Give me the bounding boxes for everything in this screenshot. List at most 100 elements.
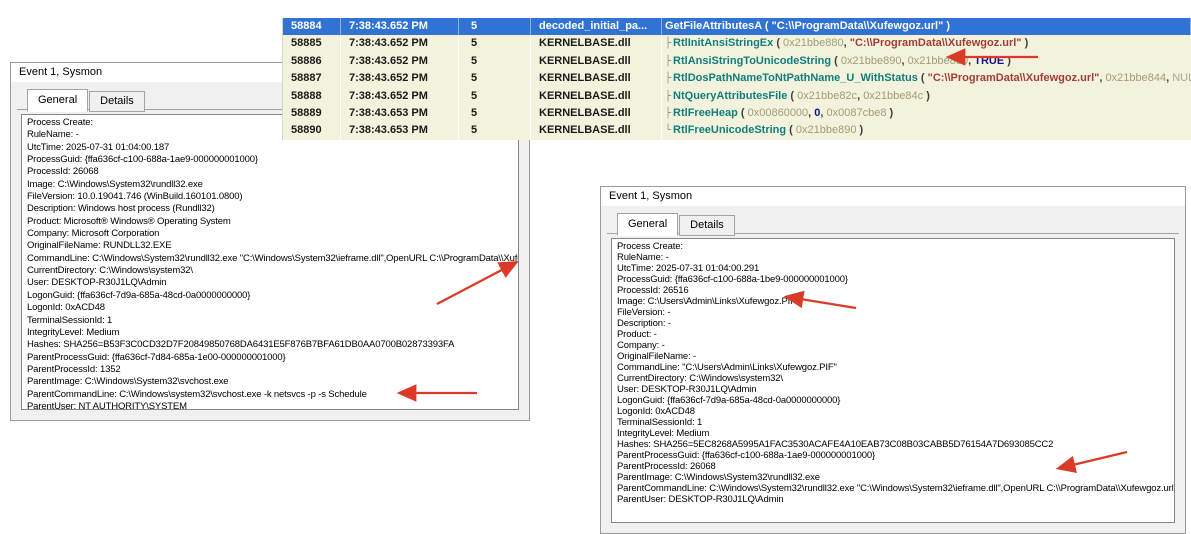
tree-connector: ├	[665, 73, 671, 84]
thread-id: 5	[459, 53, 531, 70]
tree-connector: └	[665, 125, 671, 136]
tab-general[interactable]: General	[27, 89, 88, 112]
call-time: 7:38:43.653 PM	[341, 105, 459, 122]
call-index: 58884	[283, 18, 341, 35]
event-text-line: Hashes: SHA256=B53F3C0CD32D7F20849850768…	[27, 339, 518, 351]
event-text-line: Description: Windows host process (Rundl…	[27, 203, 518, 215]
tab-details[interactable]: Details	[679, 215, 735, 236]
event-text-line: ParentProcessGuid: {ffa636cf-c100-688a-1…	[617, 450, 1174, 461]
event-text-line: UtcTime: 2025-07-31 01:04:00.291	[617, 263, 1174, 274]
call-index: 58885	[283, 35, 341, 52]
tab-details[interactable]: Details	[89, 91, 145, 112]
tab-strip: GeneralDetails	[601, 206, 1185, 234]
event-text-line: LogonId: 0xACD48	[27, 302, 518, 314]
api-call-row[interactable]: 588847:38:43.652 PM5decoded_initial_pa..…	[283, 18, 1191, 35]
event-text-line: LogonGuid: {ffa636cf-7d9a-685a-48cd-0a00…	[617, 395, 1174, 406]
tab-general[interactable]: General	[617, 213, 678, 236]
call-time: 7:38:43.652 PM	[341, 18, 459, 35]
call-time: 7:38:43.652 PM	[341, 53, 459, 70]
event-text-line: UtcTime: 2025-07-31 01:04:00.187	[27, 142, 518, 154]
module-name: KERNELBASE.dll	[531, 70, 662, 87]
call-time: 7:38:43.652 PM	[341, 70, 459, 87]
event-details-text: Process Create:RuleName: -UtcTime: 2025-…	[21, 114, 519, 410]
call-time: 7:38:43.653 PM	[341, 122, 459, 139]
event-text-line: RuleName: -	[617, 252, 1174, 263]
tree-connector: ├	[665, 56, 671, 67]
api-monitor-call-table: 588847:38:43.652 PM5decoded_initial_pa..…	[282, 18, 1191, 140]
thread-id: 5	[459, 122, 531, 139]
tree-connector: ├	[665, 38, 671, 49]
api-call-row[interactable]: 588907:38:43.653 PM5KERNELBASE.dll└RtlFr…	[283, 122, 1191, 139]
event-text-line: CommandLine: "C:\Users\Admin\Links\Xufew…	[617, 362, 1174, 373]
event-text-line: ParentImage: C:\Windows\System32\rundll3…	[617, 472, 1174, 483]
api-call-text: ├RtlAnsiStringToUnicodeString ( 0x21bbe8…	[662, 53, 1191, 70]
event-text-line: Description: -	[617, 318, 1174, 329]
module-name: KERNELBASE.dll	[531, 88, 662, 105]
event-text-line: ParentCommandLine: C:\Windows\System32\r…	[617, 483, 1174, 494]
api-call-row[interactable]: 588877:38:43.652 PM5KERNELBASE.dll├RtlDo…	[283, 70, 1191, 87]
event-text-line: FileVersion: 10.0.19041.746 (WinBuild.16…	[27, 191, 518, 203]
thread-id: 5	[459, 88, 531, 105]
event-text-line: ParentImage: C:\Windows\System32\svchost…	[27, 376, 518, 388]
sysmon-event-window-xufewgoz: Event 1, Sysmon GeneralDetails Process C…	[600, 186, 1186, 534]
event-text-line: Image: C:\Windows\System32\rundll32.exe	[27, 179, 518, 191]
event-text-line: Company: Microsoft Corporation	[27, 228, 518, 240]
api-call-rows: 588847:38:43.652 PM5decoded_initial_pa..…	[283, 18, 1191, 140]
event-text-line: Process Create:	[617, 241, 1174, 252]
module-name: decoded_initial_pa...	[531, 18, 662, 35]
api-call-text: └RtlFreeUnicodeString ( 0x21bbe890 )	[662, 122, 1191, 139]
api-call-row[interactable]: 588867:38:43.652 PM5KERNELBASE.dll├RtlAn…	[283, 53, 1191, 70]
tab-page: Process Create:RuleName: -UtcTime: 2025-…	[17, 109, 523, 414]
call-index: 58887	[283, 70, 341, 87]
module-name: KERNELBASE.dll	[531, 122, 662, 139]
event-text-line: Company: -	[617, 340, 1174, 351]
call-index: 58888	[283, 88, 341, 105]
call-index: 58886	[283, 53, 341, 70]
thread-id: 5	[459, 18, 531, 35]
call-index: 58890	[283, 122, 341, 139]
event-text-line: LogonGuid: {ffa636cf-7d9a-685a-48cd-0a00…	[27, 290, 518, 302]
event-text-line: CurrentDirectory: C:\Windows\system32\	[617, 373, 1174, 384]
event-text-line: ParentCommandLine: C:\Windows\system32\s…	[27, 389, 518, 401]
event-text-line: ParentProcessGuid: {ffa636cf-7d84-685a-1…	[27, 352, 518, 364]
thread-id: 5	[459, 105, 531, 122]
event-text-line: OriginalFileName: -	[617, 351, 1174, 362]
call-time: 7:38:43.652 PM	[341, 88, 459, 105]
event-text-line: User: DESKTOP-R30J1LQ\Admin	[27, 277, 518, 289]
event-text-line: ParentProcessId: 26068	[617, 461, 1174, 472]
event-text-line: User: DESKTOP-R30J1LQ\Admin	[617, 384, 1174, 395]
event-text-line: ParentUser: DESKTOP-R30J1LQ\Admin	[617, 494, 1174, 505]
event-text-line: IntegrityLevel: Medium	[617, 428, 1174, 439]
event-text-line: Hashes: SHA256=5EC8268A5995A1FAC3530ACAF…	[617, 439, 1174, 450]
event-text-line: OriginalFileName: RUNDLL32.EXE	[27, 240, 518, 252]
module-name: KERNELBASE.dll	[531, 105, 662, 122]
event-text-line: ProcessGuid: {ffa636cf-c100-688a-1be9-00…	[617, 274, 1174, 285]
thread-id: 5	[459, 70, 531, 87]
event-text-line: Product: Microsoft® Windows® Operating S…	[27, 216, 518, 228]
event-text-line: TerminalSessionId: 1	[617, 417, 1174, 428]
api-call-text: ├RtlDosPathNameToNtPathName_U_WithStatus…	[662, 70, 1191, 87]
event-text-line: Product: -	[617, 329, 1174, 340]
event-text-line: ProcessId: 26068	[27, 166, 518, 178]
api-call-text: ├NtQueryAttributesFile ( 0x21bbe82c, 0x2…	[662, 88, 1191, 105]
event-details-text: Process Create:RuleName: -UtcTime: 2025-…	[611, 238, 1175, 523]
event-text-line: ParentProcessId: 1352	[27, 364, 518, 376]
api-call-row[interactable]: 588887:38:43.652 PM5KERNELBASE.dll├NtQue…	[283, 88, 1191, 105]
event-text-line: ParentUser: NT AUTHORITY\SYSTEM	[27, 401, 518, 410]
module-name: KERNELBASE.dll	[531, 35, 662, 52]
api-call-text: GetFileAttributesA ( "C:\\ProgramData\\X…	[662, 18, 1191, 35]
event-text-line: Image: C:\Users\Admin\Links\Xufewgoz.PIF	[617, 296, 1174, 307]
call-index: 58889	[283, 105, 341, 122]
event-text-line: LogonId: 0xACD48	[617, 406, 1174, 417]
window-title: Event 1, Sysmon	[601, 187, 1185, 206]
event-text-line: IntegrityLevel: Medium	[27, 327, 518, 339]
thread-id: 5	[459, 35, 531, 52]
event-text-line: ProcessGuid: {ffa636cf-c100-688a-1ae9-00…	[27, 154, 518, 166]
api-call-row[interactable]: 588857:38:43.652 PM5KERNELBASE.dll├RtlIn…	[283, 35, 1191, 52]
tab-page: Process Create:RuleName: -UtcTime: 2025-…	[607, 233, 1179, 527]
api-call-row[interactable]: 588897:38:43.653 PM5KERNELBASE.dll├RtlFr…	[283, 105, 1191, 122]
tree-connector: ├	[665, 91, 671, 102]
event-text-line: TerminalSessionId: 1	[27, 315, 518, 327]
event-text-line: CommandLine: C:\Windows\System32\rundll3…	[27, 253, 518, 265]
module-name: KERNELBASE.dll	[531, 53, 662, 70]
